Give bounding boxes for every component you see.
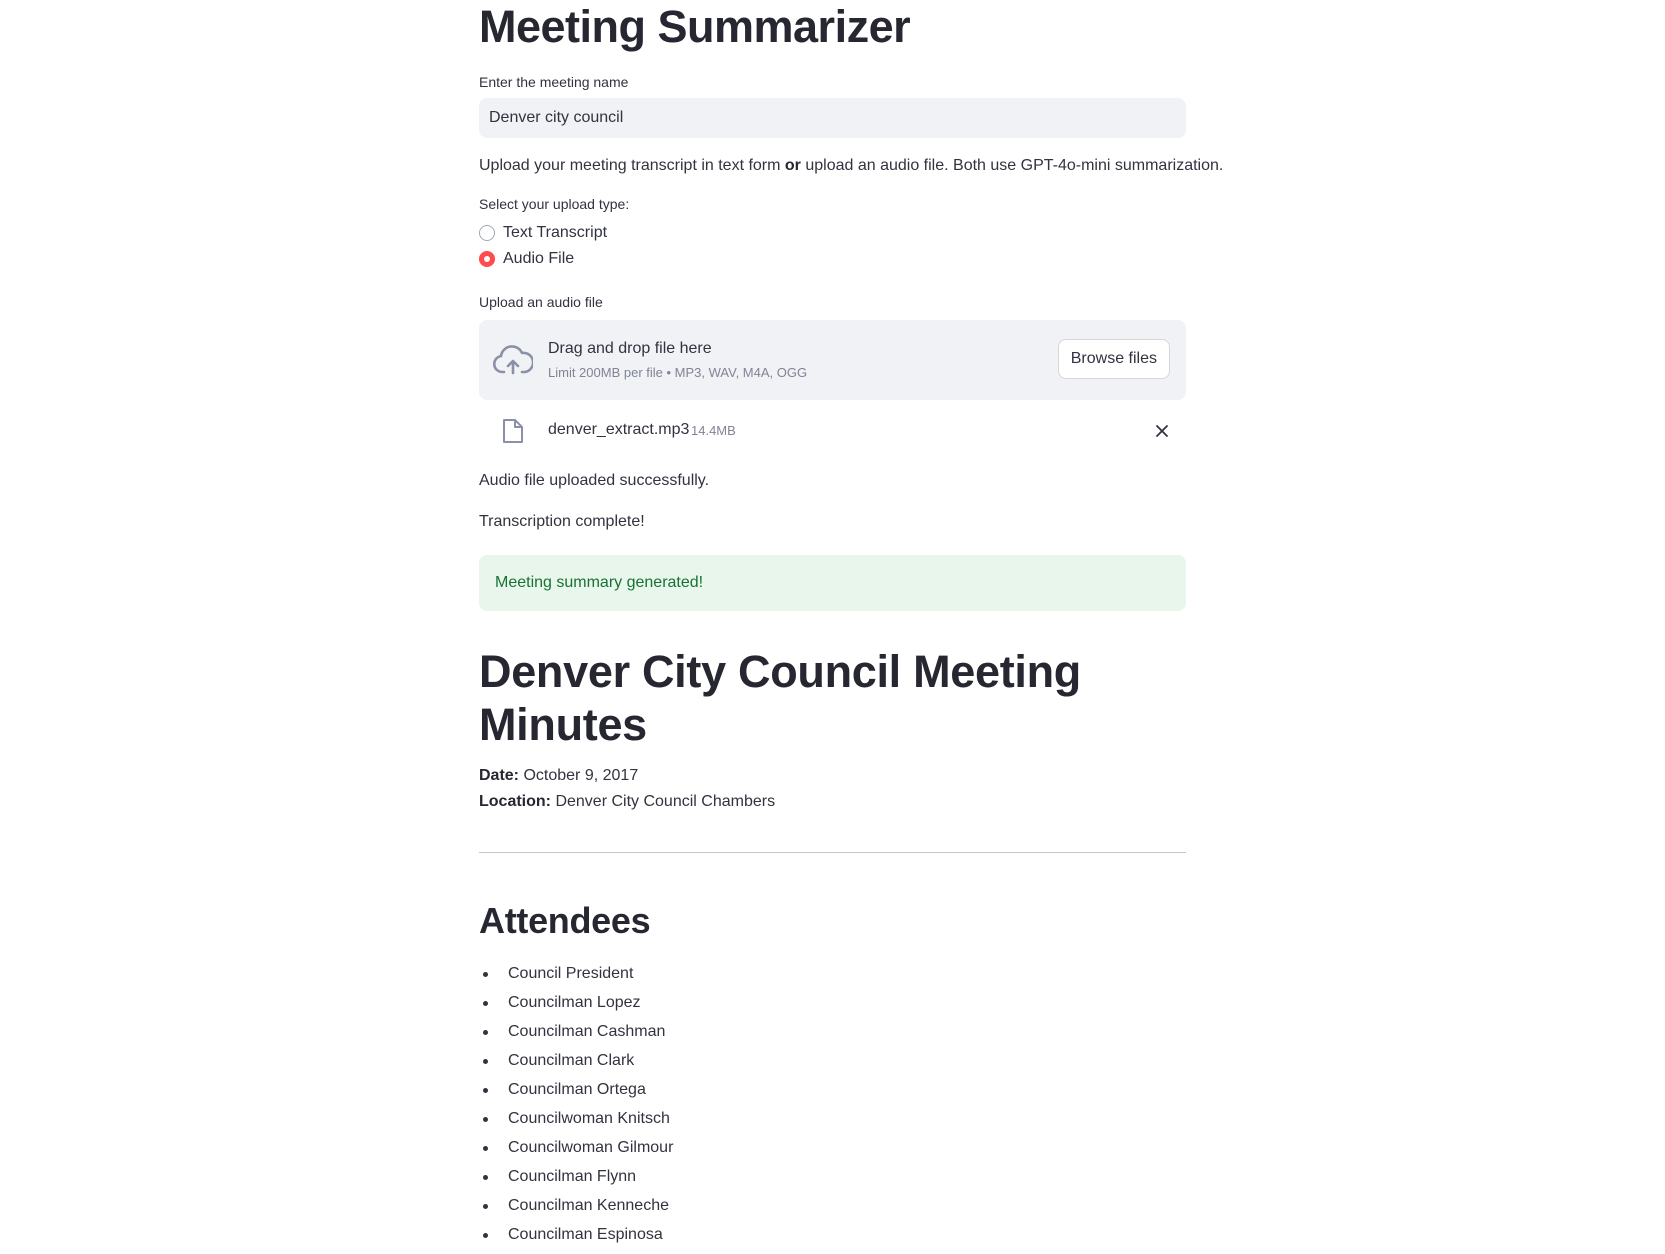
meeting-location: Location: Denver City Council Chambers xyxy=(479,793,775,811)
list-item: Council President xyxy=(479,964,673,993)
cloud-upload-icon xyxy=(493,345,533,375)
date-value: October 9, 2017 xyxy=(523,767,639,784)
meeting-name-label: Enter the meeting name xyxy=(479,74,629,90)
list-item: Councilman Ortega xyxy=(479,1080,673,1109)
minutes-title: Denver City Council Meeting Minutes xyxy=(479,646,1081,750)
description-text-1: Upload your meeting transcript in text f… xyxy=(479,157,785,174)
list-item: Councilman Lopez xyxy=(479,993,673,1022)
meeting-name-input[interactable]: Denver city council xyxy=(479,98,1186,138)
date-label: Date: xyxy=(479,767,520,784)
dropzone-hint: Limit 200MB per file • MP3, WAV, M4A, OG… xyxy=(548,365,808,380)
uploaded-file-name: denver_extract.mp3 xyxy=(548,421,690,438)
list-item: Councilman Cashman xyxy=(479,1022,673,1051)
dropzone-title: Drag and drop file here xyxy=(548,340,712,357)
description-text-2: upload an audio file. Both use GPT-4o-mi… xyxy=(800,157,1224,174)
radio-label-text-transcript: Text Transcript xyxy=(503,224,608,241)
app-title: Meeting Summarizer xyxy=(479,1,911,52)
section-divider xyxy=(479,852,1186,853)
list-item: Councilman Flynn xyxy=(479,1167,673,1196)
list-item: Councilman Espinosa xyxy=(479,1225,673,1254)
upload-description: Upload your meeting transcript in text f… xyxy=(479,157,1223,175)
list-item: Councilwoman Gilmour xyxy=(479,1138,673,1167)
uploaded-file-size: 14.4MB xyxy=(691,423,736,438)
list-item: Councilwoman Knitsch xyxy=(479,1109,673,1138)
location-value: Denver City Council Chambers xyxy=(555,793,776,810)
success-alert: Meeting summary generated! xyxy=(479,555,1186,611)
success-message: Meeting summary generated! xyxy=(495,574,704,591)
description-bold: or xyxy=(784,157,801,174)
radio-checked-icon[interactable] xyxy=(479,251,495,267)
meeting-date: Date: October 9, 2017 xyxy=(479,767,638,785)
radio-label-audio-file: Audio File xyxy=(503,250,575,267)
upload-status: Audio file uploaded successfully. xyxy=(479,472,710,489)
file-dropzone[interactable]: Drag and drop file here Limit 200MB per … xyxy=(479,320,1186,400)
meeting-name-value: Denver city council xyxy=(489,109,624,126)
file-icon xyxy=(503,419,523,443)
radio-audio-file[interactable]: Audio File xyxy=(479,250,574,268)
attendees-list: Council President Councilman Lopez Counc… xyxy=(479,964,673,1254)
radio-text-transcript[interactable]: Text Transcript xyxy=(479,224,607,242)
close-icon[interactable] xyxy=(1154,423,1170,439)
uploader-label: Upload an audio file xyxy=(479,294,603,310)
attendees-heading: Attendees xyxy=(479,900,651,941)
list-item: Councilman Kenneche xyxy=(479,1196,673,1225)
uploaded-file-row: denver_extract.mp3 14.4MB xyxy=(479,415,1186,447)
location-label: Location: xyxy=(479,793,551,810)
list-item: Councilman Clark xyxy=(479,1051,673,1080)
upload-type-label: Select your upload type: xyxy=(479,196,630,212)
radio-unchecked-icon[interactable] xyxy=(479,225,495,241)
browse-files-button[interactable]: Browse files xyxy=(1057,339,1170,379)
transcription-status: Transcription complete! xyxy=(479,513,645,530)
